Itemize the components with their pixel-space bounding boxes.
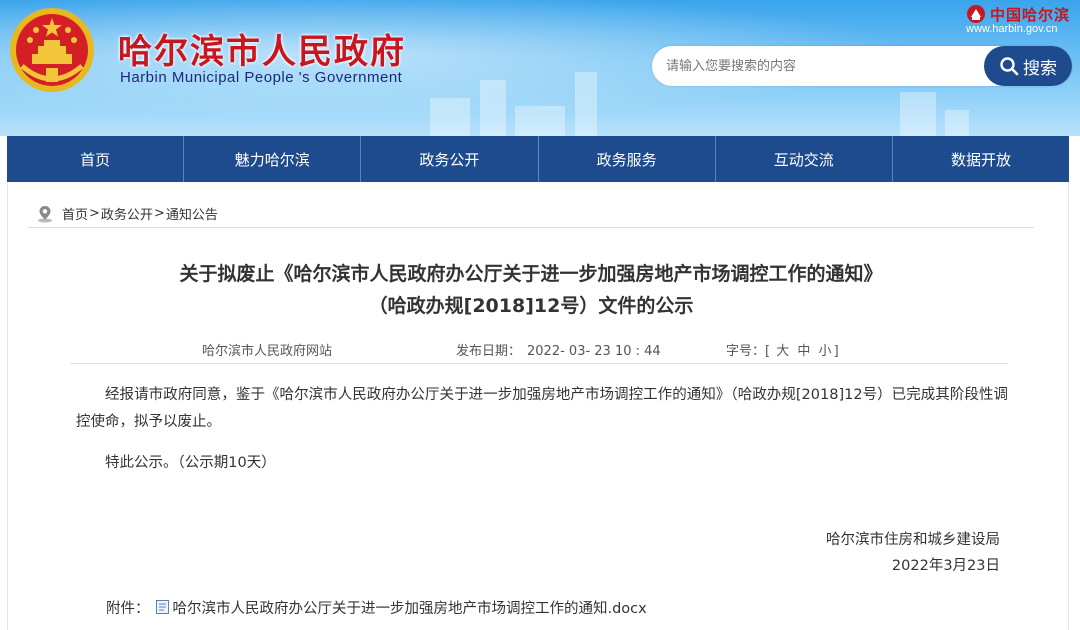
font-size-control: 字号：[ 大 中 小]: [726, 340, 839, 359]
article-title-line2: （哈政办规[2018]12号）文件的公示: [368, 295, 694, 317]
nav-item-interaction[interactable]: 互动交流: [716, 136, 893, 182]
font-size-bracket: [: [765, 344, 771, 359]
search-button[interactable]: 搜索: [984, 46, 1072, 86]
site-title: 哈尔滨市人民政府: [118, 32, 406, 72]
signature-date: 2022年3月23日: [891, 558, 1000, 574]
attachment: 附件： 哈尔滨市人民政府办公厅关于进一步加强房地产市场调控工作的通知.docx: [106, 596, 647, 618]
breadcrumb-separator: >: [89, 206, 100, 221]
article-title: 关于拟废止《哈尔滨市人民政府办公厅关于进一步加强房地产市场调控工作的通知》 （哈…: [28, 258, 1034, 322]
skyline-building: [515, 106, 565, 136]
nav-item-gov-services[interactable]: 政务服务: [539, 136, 716, 182]
nav-item-gov-affairs-open[interactable]: 政务公开: [361, 136, 539, 182]
breadcrumb-gov-affairs-open[interactable]: 政务公开: [101, 204, 153, 223]
article-title-line1: 关于拟废止《哈尔滨市人民政府办公厅关于进一步加强房地产市场调控工作的通知》: [179, 263, 883, 285]
main-nav: 首页 魅力哈尔滨 政务公开 政务服务 互动交流 数据开放: [7, 136, 1069, 182]
attachment-link[interactable]: 哈尔滨市人民政府办公厅关于进一步加强房地产市场调控工作的通知.docx: [173, 597, 647, 618]
font-size-medium-button[interactable]: 中: [797, 344, 810, 359]
nav-item-open-data[interactable]: 数据开放: [893, 136, 1069, 182]
brand-logo[interactable]: 中国哈尔滨: [966, 4, 1070, 24]
article-meta: 哈尔滨市人民政府网站 发布日期： 2022- 03- 23 10 : 44 字号：…: [70, 336, 1008, 364]
skyline-building: [945, 110, 969, 136]
location-icon: [38, 205, 52, 222]
date-value: 2022- 03- 23 10 : 44: [527, 344, 661, 359]
city-logo-icon: [967, 5, 985, 23]
signature-department: 哈尔滨市住房和城乡建设局: [826, 532, 1000, 548]
brand-logo-text: 中国哈尔滨: [990, 5, 1071, 24]
search-icon: [1000, 57, 1019, 76]
date-label: 发布日期：: [456, 344, 522, 359]
article-paragraph: 经报请市政府同意，鉴于《哈尔滨市人民政府办公厅关于进一步加强房地产市场调控工作的…: [76, 387, 1008, 430]
article-date: 发布日期： 2022- 03- 23 10 : 44: [456, 340, 661, 359]
nav-item-charm-harbin[interactable]: 魅力哈尔滨: [184, 136, 362, 182]
attachment-label: 附件：: [106, 600, 150, 617]
domain-text: www.harbin.gov.cn: [966, 23, 1058, 35]
font-size-large-button[interactable]: 大: [776, 344, 789, 359]
font-size-label: 字号：: [726, 344, 766, 359]
breadcrumb: 首页 > 政务公开 > 通知公告: [28, 200, 1034, 228]
content-border: [7, 182, 8, 630]
nav-item-home[interactable]: 首页: [7, 136, 185, 182]
article-source: 哈尔滨市人民政府网站: [202, 344, 333, 359]
skyline-building: [480, 80, 506, 136]
content-border: [1068, 182, 1069, 630]
skyline-building: [430, 98, 470, 136]
breadcrumb-separator: >: [153, 206, 165, 221]
search-box: 搜索: [652, 46, 1072, 86]
document-icon: [155, 600, 169, 614]
skyline-building: [900, 92, 936, 136]
search-button-label: 搜索: [1023, 58, 1057, 79]
font-size-small-button[interactable]: 小: [819, 344, 832, 359]
breadcrumb-home[interactable]: 首页: [62, 204, 88, 223]
national-emblem-icon[interactable]: [8, 6, 96, 94]
article-paragraph: 特此公示。（公示期10天）: [105, 455, 276, 471]
site-header: 哈尔滨市人民政府 Harbin Municipal People 's Gove…: [0, 0, 1080, 136]
skyline-building: [575, 72, 597, 136]
breadcrumb-notices[interactable]: 通知公告: [166, 204, 218, 223]
font-size-bracket: ]: [833, 344, 839, 359]
site-subtitle: Harbin Municipal People 's Government: [120, 69, 403, 86]
search-input[interactable]: [666, 46, 986, 86]
